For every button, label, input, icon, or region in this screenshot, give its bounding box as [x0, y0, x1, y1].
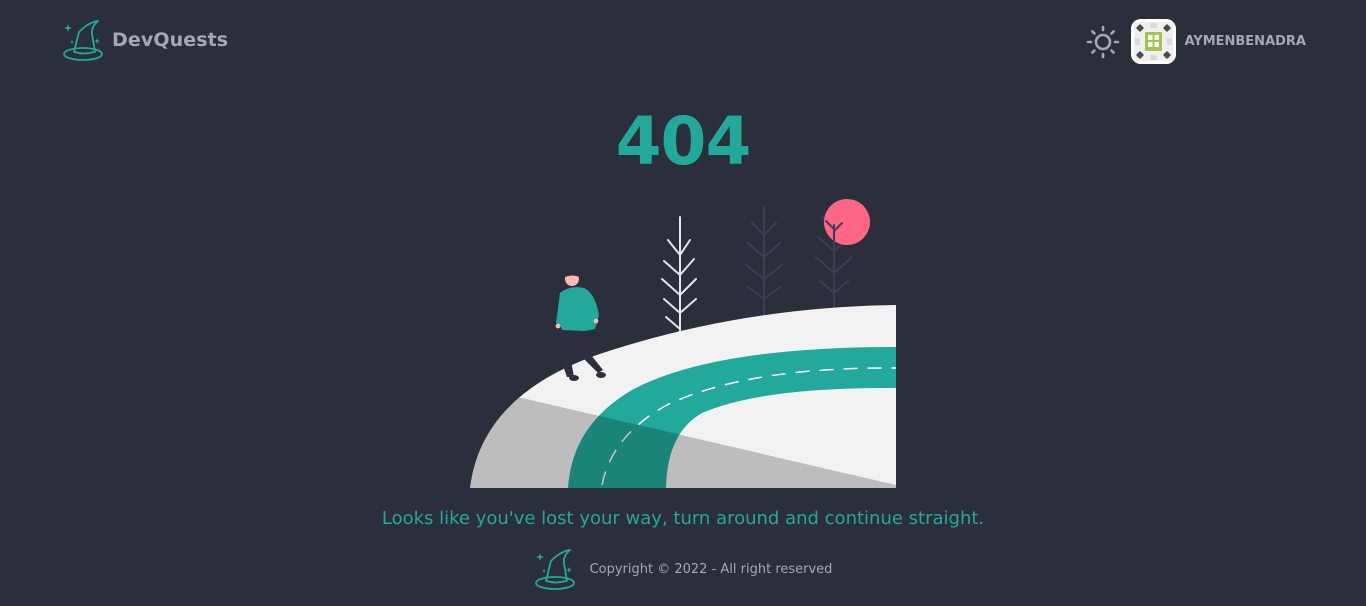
error-code-heading: 404 [615, 103, 752, 180]
footer: Copyright © 2022 - All right reserved [0, 546, 1366, 592]
identicon-avatar-icon [1131, 19, 1177, 64]
brand-name: DevQuests [112, 29, 229, 51]
brand-home-link[interactable]: DevQuests [62, 18, 228, 62]
username-label[interactable]: AYMENBENADRA [1184, 34, 1306, 49]
top-navbar: DevQuests AYMENBENADRA [0, 0, 1366, 84]
sun-circle [824, 199, 870, 245]
wizard-hat-icon [534, 549, 575, 590]
header-actions: AYMENBENADRA [1085, 19, 1306, 64]
wizard-hat-icon [63, 20, 103, 61]
sun-icon [1087, 25, 1120, 58]
copyright-text: Copyright © 2022 - All right reserved [589, 561, 833, 577]
tree-dark-left [745, 206, 783, 316]
theme-toggle-button[interactable] [1085, 24, 1121, 60]
tree-light [661, 216, 697, 336]
lost-message: Looks like you've lost your way, turn ar… [381, 508, 985, 529]
lost-road-illustration [470, 199, 896, 488]
user-avatar[interactable] [1131, 19, 1177, 64]
